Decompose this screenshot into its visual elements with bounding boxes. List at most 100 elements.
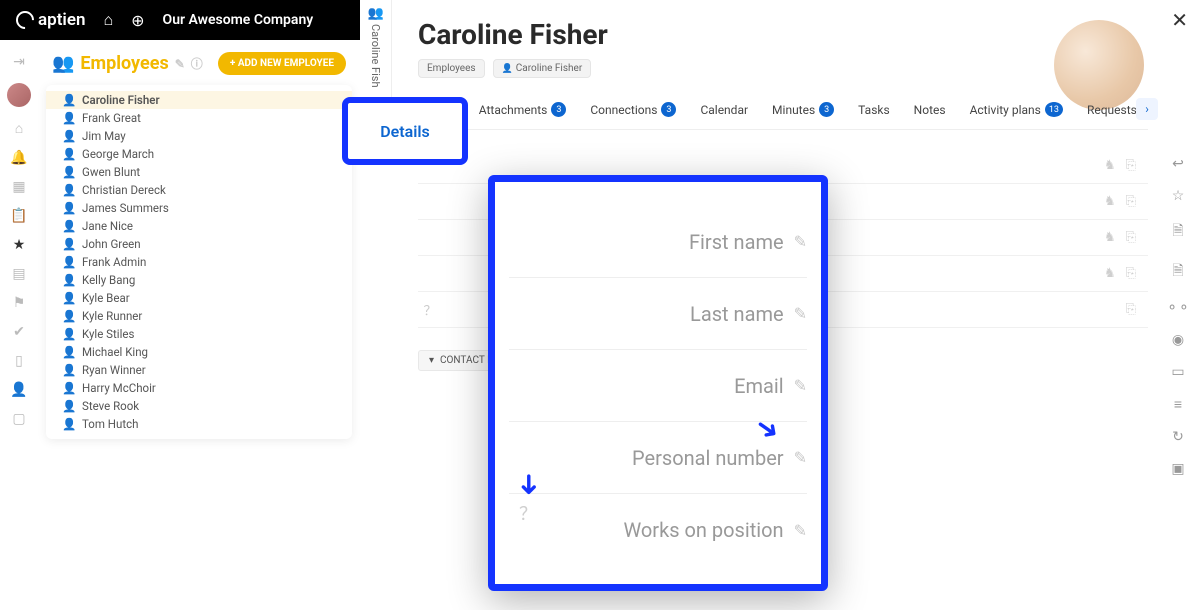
person-icon: 👤 <box>62 219 74 233</box>
tab-notes[interactable]: Notes <box>914 103 946 117</box>
horse-icon[interactable]: ♞ <box>1104 194 1116 209</box>
tabs-next-icon[interactable]: › <box>1136 98 1158 120</box>
user-avatar[interactable] <box>7 83 31 107</box>
add-employee-button[interactable]: + ADD NEW EMPLOYEE <box>218 52 346 75</box>
list-item[interactable]: 👤George March <box>46 145 352 163</box>
company-name: Our Awesome Company <box>163 12 314 28</box>
person-icon: 👤 <box>62 129 74 143</box>
pencil-icon[interactable]: ✎ <box>794 448 807 467</box>
badge: 3 <box>551 102 566 117</box>
crumb-person[interactable]: 👤Caroline Fisher <box>493 59 592 78</box>
exit-icon[interactable]: ⇥ <box>13 54 25 70</box>
list-item[interactable]: 👤Steve Rook <box>46 397 352 415</box>
file2-icon[interactable]: 🗎 <box>1172 260 1183 284</box>
clip-icon[interactable]: ⎘ <box>1126 158 1136 173</box>
clip-icon[interactable]: ⎘ <box>1126 194 1136 209</box>
help-icon[interactable]: ？ <box>418 300 442 319</box>
item-label: James Summers <box>82 201 169 215</box>
tab-requests[interactable]: Requests <box>1087 103 1137 117</box>
check-icon[interactable]: ✔ <box>13 324 25 340</box>
eye-icon[interactable]: ◉ <box>1172 332 1184 348</box>
info-icon[interactable]: ⓘ <box>191 55 203 72</box>
horse-icon[interactable]: ♞ <box>1104 230 1116 245</box>
bell-icon[interactable]: 🔔 <box>10 150 27 166</box>
clipboard-icon[interactable]: 📋 <box>10 208 27 224</box>
person-icon: 👤 <box>62 345 74 359</box>
sliders-icon[interactable]: ≡ <box>1174 396 1182 413</box>
flag-icon[interactable]: ⚑ <box>13 295 26 311</box>
list-item[interactable]: 👤Michael King <box>46 343 352 361</box>
person-icon: 👤 <box>62 399 74 413</box>
doc-icon[interactable]: ▤ <box>12 266 25 282</box>
zoom-row: Email✎ <box>509 350 807 422</box>
horse-icon[interactable]: ♞ <box>1104 158 1116 173</box>
list-item[interactable]: 👤Harry McChoir <box>46 379 352 397</box>
pencil-icon[interactable]: ✎ <box>794 521 807 540</box>
zoom-label: Personal number <box>632 446 784 470</box>
list-item[interactable]: 👤Jane Nice <box>46 217 352 235</box>
badge: 3 <box>661 102 676 117</box>
list-item[interactable]: 👤Frank Great <box>46 109 352 127</box>
tab-connections[interactable]: Connections3 <box>590 102 676 117</box>
pencil-icon[interactable]: ✎ <box>794 304 807 323</box>
id-icon[interactable]: ▭ <box>1171 364 1184 380</box>
star-icon[interactable]: ★ <box>13 237 26 253</box>
horse-icon[interactable]: ♞ <box>1104 266 1116 281</box>
tab-activity-plans[interactable]: Activity plans13 <box>970 102 1063 117</box>
chart-icon[interactable]: ▯ <box>15 353 23 369</box>
tab-tasks[interactable]: Tasks <box>858 103 890 117</box>
zoom-row: Last name✎ <box>509 278 807 350</box>
archive-icon[interactable]: ▣ <box>1171 461 1184 477</box>
star-outline-icon[interactable]: ☆ <box>1172 188 1185 204</box>
list-item[interactable]: 👤Frank Admin <box>46 253 352 271</box>
person-icon[interactable]: 👤 <box>10 382 27 398</box>
list-item[interactable]: 👤Kelly Bang <box>46 271 352 289</box>
home-icon[interactable]: ⌂ <box>103 10 113 30</box>
list-item[interactable]: 👤Kyle Stiles <box>46 325 352 343</box>
list-item[interactable]: 👤Christian Dereck <box>46 181 352 199</box>
box-icon[interactable]: ▢ <box>12 411 25 427</box>
house-icon[interactable]: ⌂ <box>15 120 23 137</box>
crumb-employees[interactable]: Employees <box>418 59 485 78</box>
list-item[interactable]: 👤Tom Hutch <box>46 415 352 433</box>
item-label: Kelly Bang <box>82 273 135 287</box>
clip-icon[interactable]: ⎘ <box>1126 302 1136 317</box>
person-icon: 👤 <box>62 237 74 251</box>
return-icon[interactable]: ↩ <box>1172 156 1184 172</box>
tab-minutes[interactable]: Minutes3 <box>772 102 834 117</box>
person-icon: 👤 <box>62 255 74 269</box>
pencil-icon[interactable]: ✎ <box>794 376 807 395</box>
list-item[interactable]: 👤Kyle Bear <box>46 289 352 307</box>
breadcrumb: Employees 👤Caroline Fisher <box>418 59 1148 78</box>
profile-photo[interactable] <box>1054 20 1144 110</box>
list-item[interactable]: 👤John Green <box>46 235 352 253</box>
page-title: Caroline Fisher <box>418 18 1148 51</box>
zoom-label: Works on position <box>623 518 783 542</box>
file-icon[interactable]: 🗎 <box>1172 220 1183 244</box>
list-item[interactable]: 👤Caroline Fisher <box>46 91 352 109</box>
add-icon[interactable]: ⊕ <box>131 11 144 30</box>
tabs: DetailsAttachments3Connections3CalendarM… <box>418 102 1148 130</box>
pencil-icon[interactable]: ✎ <box>175 57 185 71</box>
history-icon[interactable]: ↻ <box>1172 429 1184 445</box>
list-item[interactable]: 👤Kyle Runner <box>46 307 352 325</box>
brand-logo[interactable]: aptien <box>16 10 85 30</box>
help-icon[interactable]: ？ <box>519 500 537 526</box>
list-item[interactable]: 👤James Summers <box>46 199 352 217</box>
clip-icon[interactable]: ⎘ <box>1126 266 1136 281</box>
clip-icon[interactable]: ⎘ <box>1126 230 1136 245</box>
person-icon: 👤 <box>62 291 74 305</box>
tab-attachments[interactable]: Attachments3 <box>479 102 567 117</box>
list-item[interactable]: 👤Jim May <box>46 127 352 145</box>
pencil-icon[interactable]: ✎ <box>794 232 807 251</box>
calendar-icon[interactable]: ▦ <box>12 179 25 195</box>
vertical-tab[interactable]: 👥 Caroline Fish <box>360 0 392 110</box>
zoom-row: Works on position ✎ <box>509 494 807 566</box>
list-item[interactable]: 👤Gwen Blunt <box>46 163 352 181</box>
item-label: Caroline Fisher <box>82 93 160 107</box>
share-icon[interactable]: ⚬⚬ <box>1166 300 1189 316</box>
right-rail: ↩ ☆ 🗎 🗎 ⚬⚬ ◉ ▭ ≡ ↻ ▣ <box>1156 0 1200 610</box>
users-icon: 👥 <box>52 53 74 74</box>
list-item[interactable]: 👤Ryan Winner <box>46 361 352 379</box>
tab-calendar[interactable]: Calendar <box>700 103 748 117</box>
